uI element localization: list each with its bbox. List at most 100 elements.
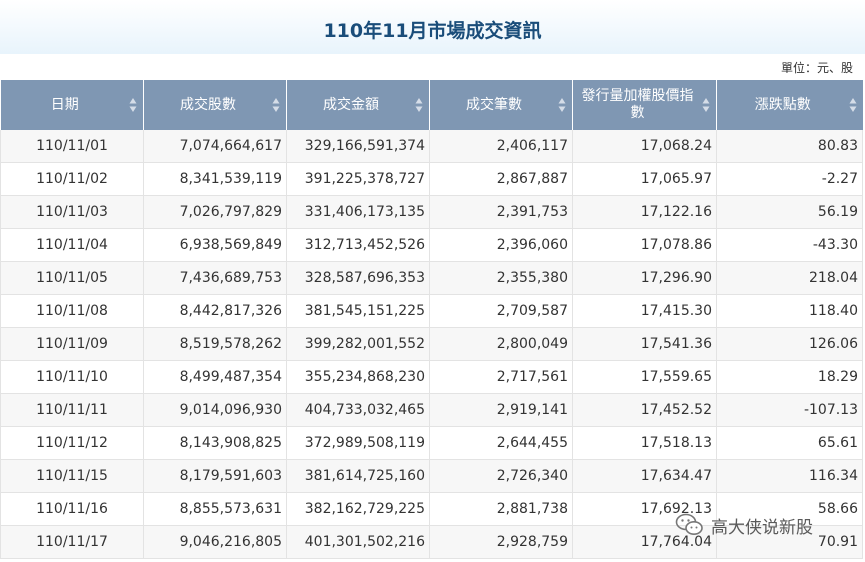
cell-shares: 7,074,664,617	[143, 130, 287, 163]
sort-icon[interactable]	[415, 97, 423, 113]
cell-amount: 328,587,696,353	[286, 261, 430, 295]
cell-date: 110/11/03	[0, 195, 144, 229]
cell-shares: 7,436,689,753	[143, 261, 287, 295]
cell-shares: 7,026,797,829	[143, 195, 287, 229]
sort-icon[interactable]	[702, 97, 710, 113]
cell-index: 17,296.90	[572, 261, 717, 295]
column-header-label: 成交股數	[180, 96, 236, 113]
unit-label: 單位：元、股	[780, 61, 853, 75]
cell-date: 110/11/16	[0, 492, 144, 526]
column-header-date[interactable]: 日期	[0, 80, 144, 130]
watermark: 高大侠说新股	[675, 512, 813, 538]
sort-icon[interactable]	[129, 97, 137, 113]
cell-date: 110/11/10	[0, 360, 144, 394]
page-title: 110年11月市場成交資訊	[323, 20, 542, 42]
column-header-shares[interactable]: 成交股數	[143, 80, 287, 130]
cell-shares: 8,341,539,119	[143, 162, 287, 196]
cell-trades: 2,391,753	[429, 195, 573, 229]
table-row: 110/11/15 8,179,591,603 381,614,725,160 2,7…	[0, 459, 863, 493]
cell-amount: 355,234,868,230	[286, 360, 430, 394]
table-row: 110/11/09 8,519,578,262 399,282,001,552 2,8…	[0, 327, 863, 361]
table-row: 110/11/03 7,026,797,829 331,406,173,135 2,3…	[0, 195, 863, 229]
column-header-change[interactable]: 漲跌點數	[716, 80, 863, 130]
cell-trades: 2,726,340	[429, 459, 573, 493]
cell-trades: 2,919,141	[429, 393, 573, 427]
cell-shares: 8,519,578,262	[143, 327, 287, 361]
cell-index: 17,518.13	[572, 426, 717, 460]
cell-index: 17,415.30	[572, 294, 717, 328]
table-row: 110/11/05 7,436,689,753 328,587,696,353 2,3…	[0, 261, 863, 295]
sort-icon[interactable]	[272, 97, 280, 113]
cell-index: 17,068.24	[572, 130, 717, 163]
cell-index: 17,559.65	[572, 360, 717, 394]
cell-trades: 2,709,587	[429, 294, 573, 328]
wechat-icon	[675, 513, 703, 535]
table-row: 110/11/11 9,014,096,930 404,733,032,465 2,9…	[0, 393, 863, 427]
cell-shares: 8,499,487,354	[143, 360, 287, 394]
column-header-amount[interactable]: 成交金額	[286, 80, 430, 130]
column-header-index[interactable]: 發行量加權股價指數	[572, 80, 717, 130]
table-row: 110/11/12 8,143,908,825 372,989,508,119 2,6…	[0, 426, 863, 460]
cell-date: 110/11/17	[0, 525, 144, 559]
table-row: 110/11/08 8,442,817,326 381,545,151,225 2,7…	[0, 294, 863, 328]
cell-change: 116.34	[716, 459, 863, 493]
cell-change: 118.40	[716, 294, 863, 328]
cell-shares: 9,046,216,805	[143, 525, 287, 559]
cell-amount: 331,406,173,135	[286, 195, 430, 229]
cell-change: -43.30	[716, 228, 863, 262]
title-bar: 110年11月市場成交資訊	[0, 0, 865, 54]
sort-icon[interactable]	[558, 97, 566, 113]
cell-date: 110/11/09	[0, 327, 144, 361]
cell-index: 17,634.47	[572, 459, 717, 493]
cell-trades: 2,396,060	[429, 228, 573, 262]
column-header-label: 發行量加權股價指數	[581, 88, 694, 121]
column-header-label: 日期	[50, 96, 79, 113]
cell-date: 110/11/01	[0, 130, 144, 163]
cell-amount: 399,282,001,552	[286, 327, 430, 361]
cell-trades: 2,355,380	[429, 261, 573, 295]
cell-date: 110/11/05	[0, 261, 144, 295]
column-header-trades[interactable]: 成交筆數	[429, 80, 573, 130]
cell-shares: 8,179,591,603	[143, 459, 287, 493]
cell-change: -107.13	[716, 393, 863, 427]
cell-amount: 381,545,151,225	[286, 294, 430, 328]
cell-date: 110/11/04	[0, 228, 144, 262]
cell-change: 126.06	[716, 327, 863, 361]
cell-change: -2.27	[716, 162, 863, 196]
watermark-text: 高大侠说新股	[711, 517, 813, 538]
cell-date: 110/11/11	[0, 393, 144, 427]
cell-change: 218.04	[716, 261, 863, 295]
table-row: 110/11/02 8,341,539,119 391,225,378,727 2,8…	[0, 162, 863, 196]
table-header: 日期 成交股數 成交金額 成交筆數 發行量加權股價指數 漲跌點數	[0, 80, 863, 130]
cell-trades: 2,928,759	[429, 525, 573, 559]
column-header-label: 成交筆數	[466, 96, 522, 113]
cell-trades: 2,867,887	[429, 162, 573, 196]
cell-index: 17,078.86	[572, 228, 717, 262]
cell-change: 56.19	[716, 195, 863, 229]
cell-index: 17,541.36	[572, 327, 717, 361]
cell-amount: 381,614,725,160	[286, 459, 430, 493]
cell-change: 80.83	[716, 130, 863, 163]
market-table: 日期 成交股數 成交金額 成交筆數 發行量加權股價指數 漲跌點數 110/11/01 7,0…	[0, 80, 863, 559]
cell-index: 17,065.97	[572, 162, 717, 196]
column-header-label: 成交金額	[323, 96, 379, 113]
cell-amount: 382,162,729,225	[286, 492, 430, 526]
cell-trades: 2,881,738	[429, 492, 573, 526]
cell-trades: 2,800,049	[429, 327, 573, 361]
cell-index: 17,452.52	[572, 393, 717, 427]
cell-shares: 6,938,569,849	[143, 228, 287, 262]
table-row: 110/11/01 7,074,664,617 329,166,591,374 2,4…	[0, 130, 863, 163]
cell-amount: 312,713,452,526	[286, 228, 430, 262]
cell-date: 110/11/15	[0, 459, 144, 493]
cell-amount: 372,989,508,119	[286, 426, 430, 460]
sort-icon[interactable]	[849, 97, 857, 113]
cell-amount: 329,166,591,374	[286, 130, 430, 163]
table-row: 110/11/04 6,938,569,849 312,713,452,526 2,3…	[0, 228, 863, 262]
cell-shares: 8,442,817,326	[143, 294, 287, 328]
cell-shares: 9,014,096,930	[143, 393, 287, 427]
cell-change: 65.61	[716, 426, 863, 460]
cell-shares: 8,855,573,631	[143, 492, 287, 526]
cell-trades: 2,644,455	[429, 426, 573, 460]
cell-index: 17,122.16	[572, 195, 717, 229]
cell-amount: 401,301,502,216	[286, 525, 430, 559]
